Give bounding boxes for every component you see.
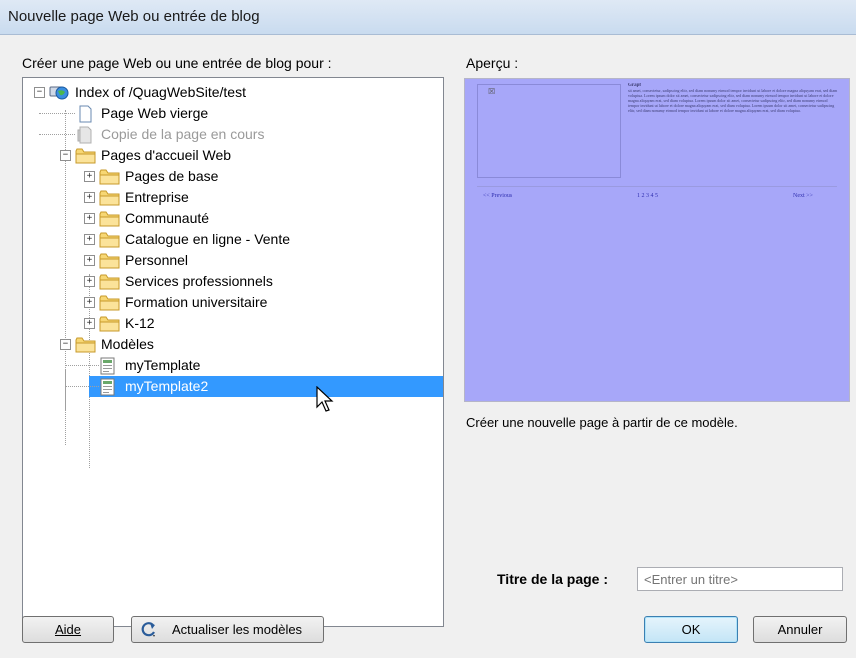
expand-icon[interactable]: +: [84, 255, 95, 266]
preview-prev-link: << Previous: [483, 193, 513, 199]
tree-item-label: Modèles: [101, 336, 154, 352]
collapse-icon[interactable]: −: [34, 87, 45, 98]
preview-image-placeholder: ☒: [477, 84, 621, 178]
tree-connector: [39, 113, 75, 114]
tree-item[interactable]: + Communauté: [23, 208, 443, 229]
tree-item[interactable]: myTemplate: [23, 355, 443, 376]
folder-icon: [99, 210, 121, 231]
tree-item-label: Pages d'accueil Web: [101, 147, 232, 163]
window-title: Nouvelle page Web ou entrée de blog: [8, 8, 260, 25]
preview-label: Aperçu :: [466, 55, 519, 71]
tree-item-label: Pages de base: [125, 168, 219, 184]
template-description: Créer une nouvelle page à partir de ce m…: [466, 415, 738, 430]
tree-item-label: Entreprise: [125, 189, 189, 205]
tree-item-label: myTemplate2: [125, 378, 209, 394]
expand-icon[interactable]: +: [84, 192, 95, 203]
folder-icon: [99, 273, 121, 294]
expand-icon[interactable]: +: [84, 213, 95, 224]
folder-icon: [75, 147, 97, 168]
cancel-button-label: Annuler: [777, 622, 823, 637]
tree-item-label: Catalogue en ligne - Vente: [125, 231, 291, 247]
expand-icon[interactable]: +: [84, 276, 95, 287]
tree-item[interactable]: + K-12: [23, 313, 443, 334]
folder-icon: [99, 315, 121, 336]
page-title-label: Titre de la page :: [497, 571, 608, 587]
tree-item[interactable]: myTemplate2: [65, 376, 443, 399]
folder-icon: [99, 252, 121, 273]
tree-item-label: Page Web vierge: [101, 105, 209, 121]
tree-connector: [65, 365, 99, 366]
tree-item[interactable]: − Index of /QuagWebSite/test: [23, 82, 443, 103]
tree-item-label: Index of /QuagWebSite/test: [75, 84, 246, 100]
tree-item[interactable]: Page Web vierge: [23, 103, 443, 124]
globe-computer-icon: [49, 84, 69, 105]
ok-button-label: OK: [681, 622, 701, 637]
title-bar: Nouvelle page Web ou entrée de blog: [0, 0, 856, 35]
tree-item[interactable]: + Formation universitaire: [23, 292, 443, 313]
folder-icon: [99, 189, 121, 210]
folder-icon: [75, 336, 97, 357]
tree-item[interactable]: + Personnel: [23, 250, 443, 271]
help-button-label: Aide: [54, 622, 82, 637]
tree-item-label: myTemplate: [125, 357, 201, 373]
expand-icon[interactable]: +: [84, 297, 95, 308]
mouse-cursor-icon: [316, 386, 334, 412]
template-icon: [99, 357, 117, 378]
template-icon: [99, 378, 117, 399]
tree-item[interactable]: + Pages de base: [23, 166, 443, 187]
tree-item[interactable]: + Entreprise: [23, 187, 443, 208]
tree-connector: [65, 386, 99, 387]
folder-icon: [99, 294, 121, 315]
page-title-input[interactable]: [637, 567, 843, 591]
collapse-icon[interactable]: −: [60, 339, 71, 350]
preview-text: Grapf sit amet, consectetur, sadipscing …: [628, 83, 838, 173]
blank-page-icon: [75, 105, 93, 126]
expand-icon[interactable]: +: [84, 171, 95, 182]
tree-item-label: Services professionnels: [125, 273, 273, 289]
expand-icon[interactable]: +: [84, 234, 95, 245]
help-button[interactable]: Aide: [22, 616, 114, 643]
tree-label: Créer une page Web ou une entrée de blog…: [22, 55, 332, 71]
preview-pane: ☒ Grapf sit amet, consectetur, sadipscin…: [464, 78, 850, 402]
tree-connector: [39, 134, 75, 135]
cancel-button[interactable]: Annuler: [753, 616, 847, 643]
preview-next-link: Next >>: [793, 193, 813, 199]
preview-divider: [477, 186, 837, 187]
tree-item[interactable]: − Pages d'accueil Web: [23, 145, 443, 166]
template-tree[interactable]: − Index of /QuagWebSite/test Page Web vier…: [22, 77, 444, 627]
folder-icon: [99, 231, 121, 252]
ok-button[interactable]: OK: [644, 616, 738, 643]
tree-item[interactable]: + Catalogue en ligne - Vente: [23, 229, 443, 250]
broken-image-icon: ☒: [488, 87, 496, 96]
tree-item[interactable]: − Modèles: [23, 334, 443, 355]
refresh-icon: [140, 621, 156, 637]
tree-item-label: Formation universitaire: [125, 294, 268, 310]
folder-icon: [99, 168, 121, 189]
tree-item-label: Communauté: [125, 210, 210, 226]
preview-body: sit amet, consectetur, sadipscing elitr,…: [628, 88, 838, 113]
tree-item-label: Copie de la page en cours: [101, 126, 265, 142]
tree-item[interactable]: Copie de la page en cours: [23, 124, 443, 145]
refresh-templates-button[interactable]: Actualiser les modèles: [131, 616, 324, 643]
copy-page-icon: [75, 126, 93, 147]
preview-page-numbers: 1 2 3 4 5: [637, 193, 658, 199]
expand-icon[interactable]: +: [84, 318, 95, 329]
tree-item-label: Personnel: [125, 252, 189, 268]
refresh-button-label: Actualiser les modèles: [172, 622, 303, 637]
tree-item[interactable]: + Services professionnels: [23, 271, 443, 292]
tree-item-label: K-12: [125, 315, 155, 331]
collapse-icon[interactable]: −: [60, 150, 71, 161]
